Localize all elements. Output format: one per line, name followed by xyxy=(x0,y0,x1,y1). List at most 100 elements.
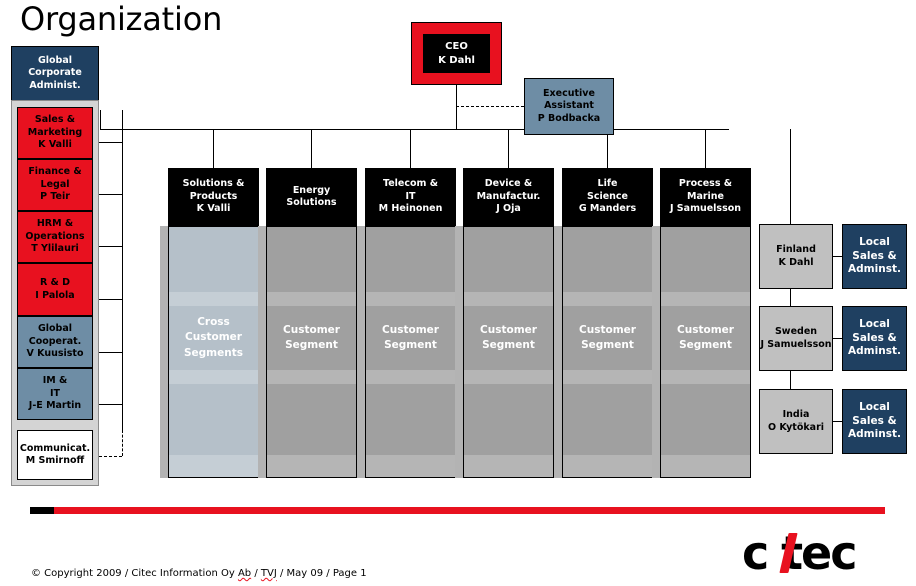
segment-line1: Customer xyxy=(579,323,636,336)
division-header-4[interactable]: Device & Manufactur. J Oja xyxy=(463,168,554,226)
division-line3: J Samuelsson xyxy=(669,203,742,215)
sidebar-item-line3: K Valli xyxy=(38,139,72,151)
segment-line1: Customer xyxy=(283,323,340,336)
logo-text-before: c xyxy=(742,526,769,580)
division-band-6b xyxy=(661,370,750,384)
country-box-finland[interactable]: Finland K Dahl xyxy=(759,224,833,289)
local-line1: Local xyxy=(859,401,890,414)
connector-sidebar-stub-4 xyxy=(99,299,122,300)
sidebar-item-hrm-operations[interactable]: HRM & Operations T Ylilauri xyxy=(17,211,93,263)
division-header-1[interactable]: Solutions & Products K Valli xyxy=(168,168,259,226)
division-line3: K Valli xyxy=(196,203,231,215)
connector-sidebar-bus-top xyxy=(122,110,123,111)
ceo-name: K Dahl xyxy=(438,54,475,66)
footer-red-bar xyxy=(30,507,885,514)
global-corporate-administration-box[interactable]: Global Corporate Administ. xyxy=(11,46,99,101)
country-manager: O Kytökari xyxy=(767,421,825,433)
connector-div-drop-6 xyxy=(705,129,706,168)
sidebar-item-rnd[interactable]: R & D I Palola xyxy=(17,263,93,316)
sidebar-item-line2: IT xyxy=(49,387,60,399)
division-header-3[interactable]: Telecom & IT M Heinonen xyxy=(365,168,456,226)
country-name: Finland xyxy=(776,244,816,256)
citec-logo: citec xyxy=(742,528,902,580)
column-shadow-1 xyxy=(160,226,168,478)
connector-sidebar-stub-3 xyxy=(99,246,122,247)
sidebar-item-communication[interactable]: Communicat. M Smirnoff xyxy=(17,430,93,480)
country-box-india[interactable]: India O Kytökari xyxy=(759,389,833,454)
division-band-5c xyxy=(563,455,652,477)
division-segment-3: Customer Segment xyxy=(365,306,456,370)
exec-line2: Assistant xyxy=(544,100,594,112)
sidebar-item-finance-legal[interactable]: Finance & Legal P Teir xyxy=(17,159,93,211)
column-shadow-2 xyxy=(258,226,266,478)
local-line3: Adminst. xyxy=(848,345,901,358)
country-manager: K Dahl xyxy=(778,256,814,268)
connector-country-local-1 xyxy=(833,256,842,257)
local-sales-admin-finland[interactable]: Local Sales & Adminst. xyxy=(842,224,907,289)
division-line2: Science xyxy=(586,190,628,202)
segment-line2: Segment xyxy=(581,339,634,351)
division-band-3b xyxy=(366,370,455,384)
division-band-1b xyxy=(169,370,258,384)
sidebar-item-sales-marketing[interactable]: Sales & Marketing K Valli xyxy=(17,107,93,159)
division-line2: Products xyxy=(189,190,238,202)
local-line1: Local xyxy=(859,318,890,331)
division-line3: M Heinonen xyxy=(378,203,443,215)
sidebar-item-line3: V Kuusisto xyxy=(26,348,84,360)
division-band-3a xyxy=(366,292,455,306)
division-segment-5: Customer Segment xyxy=(562,306,653,370)
gca-line3: Administ. xyxy=(29,79,81,91)
division-line1: Process & xyxy=(678,178,733,190)
connector-sidebar-stub-5 xyxy=(99,352,122,353)
segment-line3: Segments xyxy=(183,346,243,359)
division-band-6a xyxy=(661,292,750,306)
division-line1: Telecom & xyxy=(382,178,438,190)
connector-div-drop-2 xyxy=(311,129,312,168)
ceo-box[interactable]: CEO K Dahl xyxy=(411,22,502,85)
division-band-2b xyxy=(267,370,356,384)
local-sales-admin-sweden[interactable]: Local Sales & Adminst. xyxy=(842,306,907,371)
division-header-2[interactable]: Energy Solutions xyxy=(266,168,357,226)
footer-part5: / May 09 / Page 1 xyxy=(276,568,367,579)
division-band-5b xyxy=(563,370,652,384)
segment-line1: Cross xyxy=(197,316,230,329)
connector-ceo-exec-dashed xyxy=(456,106,524,107)
footer-part4: TVJ xyxy=(260,568,277,579)
country-manager: J Samuelsson xyxy=(760,338,832,350)
page-title: Organization xyxy=(20,0,223,38)
local-line2: Sales & xyxy=(852,249,897,262)
division-header-6[interactable]: Process & Marine J Samuelsson xyxy=(660,168,751,226)
local-line3: Adminst. xyxy=(848,428,901,441)
column-shadow-5 xyxy=(554,226,562,478)
country-name: India xyxy=(782,409,810,421)
division-line2: IT xyxy=(405,190,416,202)
sidebar-item-im-it[interactable]: IM & IT J-E Martin xyxy=(17,368,93,420)
sidebar-item-line2: M Smirnoff xyxy=(25,455,85,466)
division-header-5[interactable]: Life Science G Manders xyxy=(562,168,653,226)
division-band-2c xyxy=(267,455,356,477)
connector-left-drop xyxy=(100,110,101,129)
division-band-4a xyxy=(464,292,553,306)
connector-sidebar-stub-1 xyxy=(99,142,122,143)
country-box-sweden[interactable]: Sweden J Samuelsson xyxy=(759,306,833,371)
division-band-4b xyxy=(464,370,553,384)
executive-assistant-box[interactable]: Executive Assistant P Bodbacka xyxy=(524,78,614,135)
sidebar-item-line1: R & D xyxy=(39,277,71,289)
local-sales-admin-india[interactable]: Local Sales & Adminst. xyxy=(842,389,907,454)
division-band-4c xyxy=(464,455,553,477)
division-line1: Device & xyxy=(484,178,533,190)
connector-ceo-stem xyxy=(456,85,457,129)
division-line3: G Manders xyxy=(578,203,637,215)
connector-sidebar-bus xyxy=(122,110,123,430)
connector-div-drop-3 xyxy=(410,129,411,168)
sidebar-item-global-cooperation[interactable]: Global Cooperat. V Kuusisto xyxy=(17,316,93,368)
footer-part3: / xyxy=(251,568,261,579)
sidebar-item-line1: Sales & xyxy=(34,114,76,126)
division-line1: Solutions & xyxy=(182,178,245,190)
connector-country-local-2 xyxy=(833,338,842,339)
column-shadow-4 xyxy=(455,226,463,478)
sidebar-item-line2: Legal xyxy=(40,178,70,190)
sidebar-item-line1: HRM & xyxy=(36,218,74,230)
sidebar-item-line3: J-E Martin xyxy=(28,400,82,412)
division-band-3c xyxy=(366,455,455,477)
